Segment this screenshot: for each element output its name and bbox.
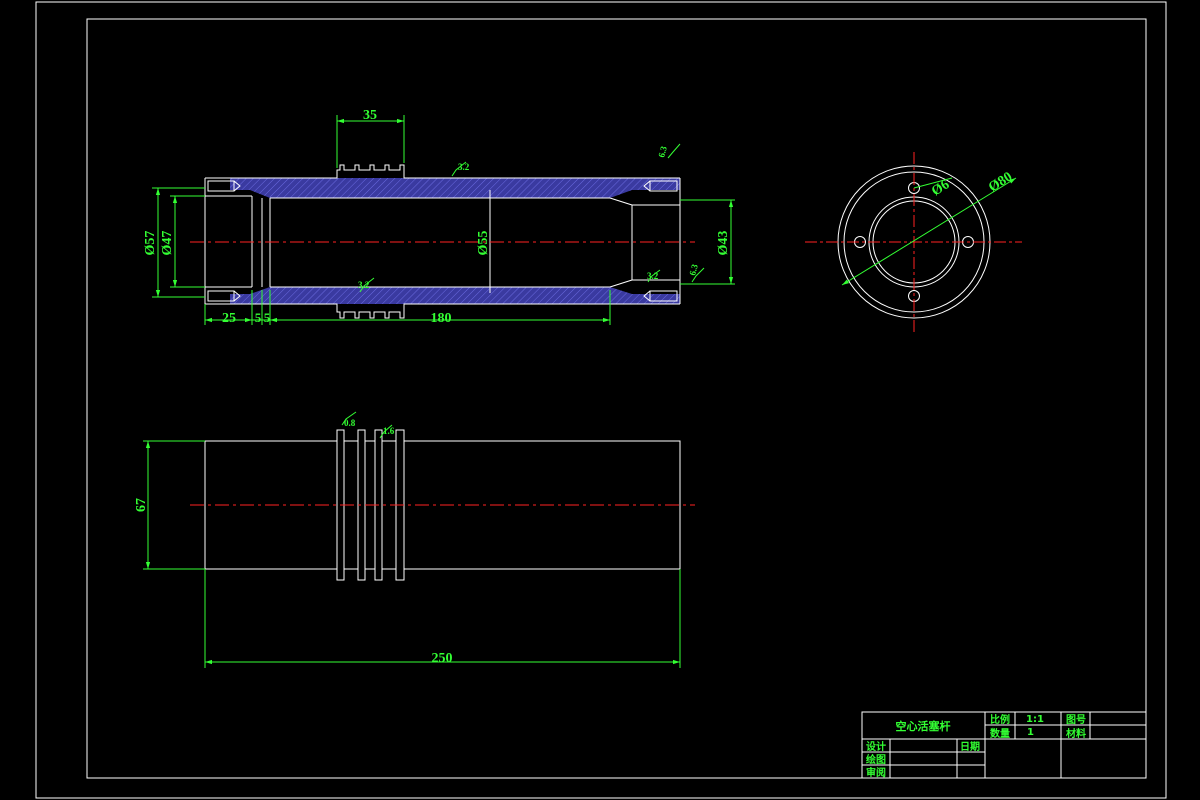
roughness-bottom-right-a: 3.2: [647, 271, 659, 281]
sheet-border: [35, 1, 1167, 799]
section-hatch: [230, 178, 680, 304]
title-block-drafter-label: 绘图: [866, 753, 886, 766]
title-block-part-name: 空心活塞杆: [896, 719, 951, 733]
title-block-quantity-value: 1: [1027, 727, 1034, 738]
title-block-quantity-label: 数量: [990, 727, 1010, 740]
title-block-designer-label: 设计: [866, 740, 886, 753]
dim-length-left-counterbore: 25: [222, 311, 236, 326]
end-view: Ø6 Ø80: [805, 152, 1022, 332]
dim-groove-width: 35: [363, 108, 377, 123]
dim-outer-diameter-left: Ø57: [143, 231, 158, 256]
title-block: 空心活塞杆 比例 1:1 图号 数量 1 材料 设计 日期 绘图 审阅: [861, 711, 1147, 779]
title-block-scale-value: 1:1: [1026, 714, 1044, 725]
title-block-material-label: 材料: [1066, 727, 1086, 740]
cad-drawing: 35 Ø57 Ø47 Ø55 Ø43 25 5 5 180 3.2 6.3 3.…: [35, 1, 1167, 799]
dim-outer-diameter: Ø80: [986, 169, 1015, 195]
dim-step-a: 5: [255, 310, 262, 325]
dim-hole-diameter: Ø6: [929, 177, 952, 199]
roughness-side-a: 0.8: [344, 418, 356, 428]
title-block-drawing-no-label: 图号: [1066, 714, 1086, 726]
roughness-side-b: 1.6: [383, 426, 395, 436]
dim-height: 67: [134, 498, 149, 512]
title-block-checker-label: 审阅: [866, 766, 886, 779]
dim-total-length: 250: [432, 651, 453, 666]
roughness-inner-bottom: 3.2: [358, 280, 370, 290]
dim-step-b: 5: [264, 310, 271, 325]
title-block-date-label: 日期: [960, 740, 980, 753]
roughness-outer-top: 3.2: [458, 162, 470, 172]
section-view: 35 Ø57 Ø47 Ø55 Ø43 25 5 5 180 3.2 6.3 3.…: [143, 108, 735, 326]
dim-length-main-bore: 180: [431, 311, 452, 326]
dim-bore-diameter-left: Ø47: [160, 231, 175, 256]
dim-bore-diameter-main: Ø55: [476, 231, 491, 256]
side-view: 67 250 0.8 1.6: [134, 411, 695, 668]
roughness-top-right: 6.3: [656, 145, 669, 159]
title-block-scale-label: 比例: [990, 713, 1010, 726]
dim-bore-diameter-right: Ø43: [716, 231, 731, 256]
